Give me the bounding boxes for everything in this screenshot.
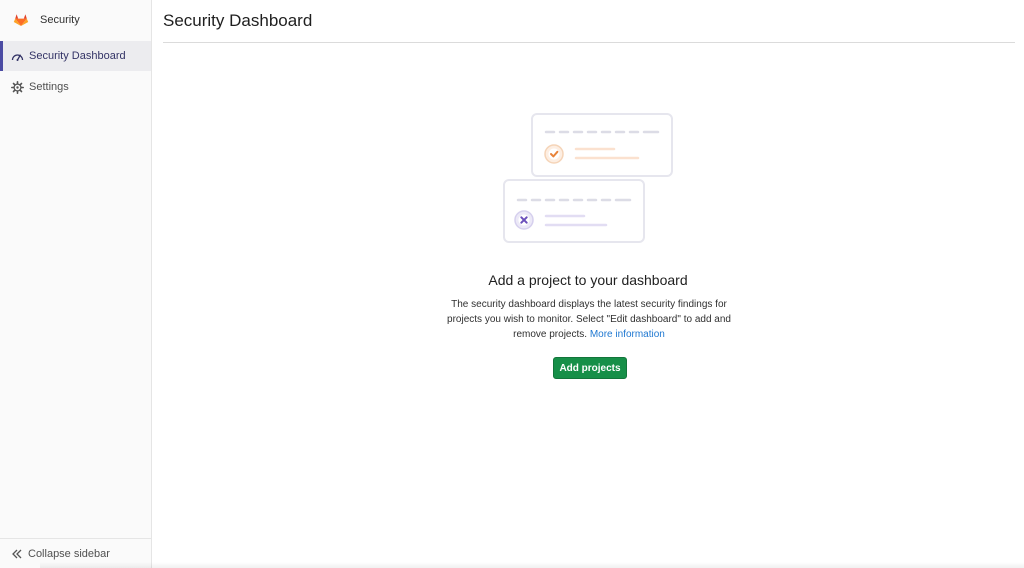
gitlab-logo-icon	[12, 11, 30, 29]
empty-state-description: The security dashboard displays the late…	[443, 297, 735, 342]
empty-state-illustration	[500, 110, 676, 246]
sidebar-item-label: Settings	[29, 81, 69, 93]
double-chevron-left-icon	[11, 548, 23, 560]
bottom-shadow	[40, 562, 1024, 568]
sidebar: Security Security Dashboard Settings Col…	[0, 0, 152, 568]
sidebar-title: Security	[40, 14, 80, 26]
page-title: Security Dashboard	[163, 11, 313, 30]
sidebar-item-security-dashboard[interactable]: Security Dashboard	[0, 41, 151, 71]
dashboard-gauge-icon	[11, 50, 24, 63]
app-root: Security Security Dashboard Settings Col…	[0, 0, 1024, 568]
gear-icon	[11, 80, 24, 94]
empty-state-title: Add a project to your dashboard	[488, 272, 688, 288]
add-projects-button[interactable]: Add projects	[553, 357, 627, 379]
more-information-link[interactable]: More information	[590, 329, 665, 340]
collapse-sidebar-label: Collapse sidebar	[28, 547, 110, 560]
divider	[163, 42, 1015, 43]
main-content: Security Dashboard Add a project to your…	[152, 0, 1024, 568]
sidebar-header[interactable]: Security	[0, 0, 151, 40]
sidebar-item-settings[interactable]: Settings	[0, 72, 151, 102]
sidebar-item-label: Security Dashboard	[29, 50, 126, 62]
